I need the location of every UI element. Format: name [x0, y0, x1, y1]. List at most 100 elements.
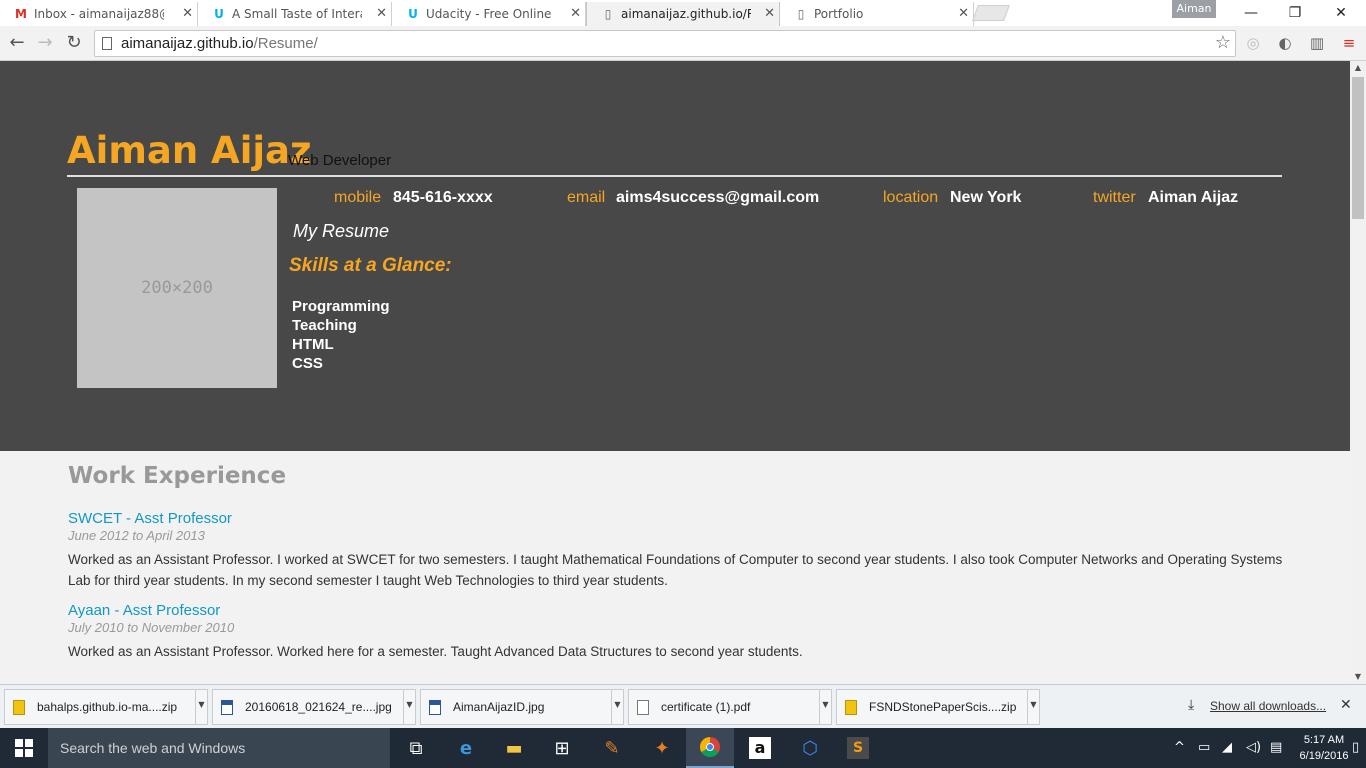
paint-icon[interactable]: ✎ — [588, 728, 636, 768]
download-item[interactable]: FSNDStonePaperScis....zip ▼ — [836, 689, 1040, 725]
downloads-shelf: bahalps.github.io-ma....zip ▼ 20160618_0… — [0, 684, 1366, 728]
page-scrollbar[interactable]: ▲ ▼ — [1350, 61, 1366, 684]
work-experience-heading: Work Experience — [68, 463, 287, 489]
skill-item: HTML — [292, 336, 334, 353]
volume-icon[interactable]: ◁) — [1246, 728, 1261, 768]
profile-button[interactable]: Aiman — [1172, 0, 1216, 18]
gmail-icon: M — [15, 7, 27, 21]
address-bar[interactable]: aimanaijaz.github.io/Resume/ ☆ — [94, 30, 1236, 57]
reload-button[interactable]: ↻ — [61, 31, 87, 55]
menu-icon[interactable]: ≡ — [1339, 33, 1359, 53]
sublime-text-icon[interactable]: S — [834, 728, 882, 768]
extension-icon[interactable]: ◐ — [1275, 33, 1295, 53]
job-title-link[interactable]: SWCET - Asst Professor — [68, 510, 232, 527]
chevron-down-icon[interactable]: ▼ — [819, 690, 831, 724]
tray-chevron-icon[interactable]: ^ — [1174, 728, 1185, 768]
extension-icon[interactable]: ◎ — [1243, 33, 1263, 53]
forward-button[interactable]: → — [32, 31, 58, 55]
download-item[interactable]: AimanAijazID.jpg ▼ — [420, 689, 624, 725]
image-icon — [221, 699, 233, 715]
pdf-icon — [637, 699, 649, 715]
notifications-icon[interactable]: ▯ — [1352, 728, 1359, 768]
download-item[interactable]: bahalps.github.io-ma....zip ▼ — [4, 689, 208, 725]
chrome-icon[interactable] — [686, 728, 734, 768]
scroll-down-arrow-icon[interactable]: ▼ — [1350, 670, 1366, 684]
role-subtitle: Web Developer — [288, 152, 392, 169]
close-icon[interactable]: ✕ — [1340, 697, 1352, 713]
download-file-name: 20160618_021624_re....jpg — [245, 700, 392, 714]
chevron-down-icon[interactable]: ▼ — [611, 690, 623, 724]
minimize-button[interactable]: — — [1228, 2, 1274, 24]
page-icon: ▯ — [604, 7, 612, 21]
windows-logo-icon — [15, 739, 33, 757]
job-dates: July 2010 to November 2010 — [68, 620, 235, 635]
download-file-name: AimanAijazID.jpg — [453, 700, 545, 714]
clock-time: 5:17 AM — [1303, 734, 1345, 746]
page-icon: ▯ — [797, 7, 805, 21]
page-viewport: Aiman Aijaz Web Developer 200×200 mobile… — [0, 61, 1350, 684]
tab-gmail[interactable]: M Inbox - aimanaijaz88@gm ✕ — [0, 2, 198, 26]
close-icon[interactable]: ✕ — [376, 6, 387, 21]
file-explorer-icon[interactable]: ▬ — [490, 728, 538, 768]
contact-twitter-label: twitter — [1093, 189, 1136, 206]
network-tool-icon[interactable]: ⬡ — [786, 728, 834, 768]
keyboard-icon[interactable]: ▤ — [1270, 728, 1282, 768]
taskbar-search-box[interactable]: Search the web and Windows — [48, 728, 390, 768]
download-item[interactable]: certificate (1).pdf ▼ — [628, 689, 832, 725]
skill-item: Programming — [292, 298, 390, 315]
browser-tab-strip: M Inbox - aimanaijaz88@gm ✕ U A Small Ta… — [0, 0, 1366, 26]
chevron-down-icon[interactable]: ▼ — [1027, 690, 1039, 724]
close-icon[interactable]: ✕ — [764, 6, 775, 21]
download-file-name: FSNDStonePaperScis....zip — [869, 700, 1017, 714]
download-arrow-icon: ⤓ — [1188, 697, 1195, 713]
bookmark-star-icon[interactable]: ☆ — [1215, 32, 1231, 53]
edge-browser-icon[interactable]: e — [442, 728, 490, 768]
close-icon[interactable]: ✕ — [570, 6, 581, 21]
close-icon[interactable]: ✕ — [958, 6, 969, 21]
tab-title: aimanaijaz.github.io/Resu — [621, 7, 751, 21]
tab-resume[interactable]: ▯ aimanaijaz.github.io/Resu ✕ — [586, 2, 780, 26]
download-file-name: certificate (1).pdf — [661, 700, 751, 714]
battery-icon[interactable]: ▭ — [1198, 728, 1210, 768]
url-path: /Resume/ — [253, 35, 318, 52]
back-button[interactable]: ← — [4, 31, 30, 55]
download-item[interactable]: 20160618_021624_re....jpg ▼ — [212, 689, 416, 725]
divider — [67, 175, 1282, 177]
url-text: aimanaijaz.github.io/Resume/ — [121, 35, 318, 52]
new-tab-button[interactable] — [972, 5, 1010, 21]
tab-portfolio[interactable]: ▯ Portfolio ✕ — [780, 2, 974, 26]
system-clock[interactable]: 5:17 AM 6/19/2016 — [1298, 732, 1350, 764]
job-title-link[interactable]: Ayaan - Asst Professor — [68, 602, 220, 619]
close-icon[interactable]: ✕ — [182, 6, 193, 21]
start-button[interactable] — [0, 728, 48, 768]
task-view-icon[interactable]: ⧉ — [392, 728, 440, 768]
photo-placeholder-text: 200×200 — [141, 278, 213, 298]
chevron-down-icon[interactable]: ▼ — [403, 690, 415, 724]
contact-location-label: location — [883, 189, 939, 206]
scroll-up-arrow-icon[interactable]: ▲ — [1350, 61, 1366, 75]
page-icon — [102, 37, 112, 50]
tab-title: Udacity - Free Online Clas — [426, 7, 556, 21]
chevron-down-icon[interactable]: ▼ — [195, 690, 207, 724]
udacity-icon: U — [408, 7, 418, 21]
tab-udacity-taste[interactable]: U A Small Taste of Interactiv ✕ — [198, 2, 392, 26]
show-all-downloads-link[interactable]: Show all downloads... — [1210, 699, 1326, 713]
wifi-icon[interactable]: ◢ — [1222, 728, 1232, 768]
contact-twitter-value[interactable]: Aiman Aijaz — [1148, 189, 1238, 207]
skills-heading: Skills at a Glance: — [289, 255, 452, 276]
zip-icon — [13, 699, 25, 715]
restore-button[interactable]: ❐ — [1272, 2, 1318, 24]
amazon-icon[interactable]: a — [736, 728, 784, 768]
job-dates: June 2012 to April 2013 — [68, 528, 205, 543]
contact-email-label: email — [567, 189, 606, 206]
extension-icon[interactable]: ▥ — [1307, 33, 1327, 53]
store-icon[interactable]: ⊞ — [538, 728, 586, 768]
chrome-logo — [700, 737, 720, 757]
app-icon[interactable]: ✦ — [638, 728, 686, 768]
profile-photo: 200×200 — [77, 188, 277, 388]
scrollbar-thumb[interactable] — [1352, 77, 1364, 219]
tab-udacity[interactable]: U Udacity - Free Online Clas ✕ — [392, 2, 586, 26]
close-window-button[interactable]: ✕ — [1318, 2, 1364, 24]
contact-email-value[interactable]: aims4success@gmail.com — [616, 189, 819, 207]
contact-location-value: New York — [950, 189, 1022, 206]
